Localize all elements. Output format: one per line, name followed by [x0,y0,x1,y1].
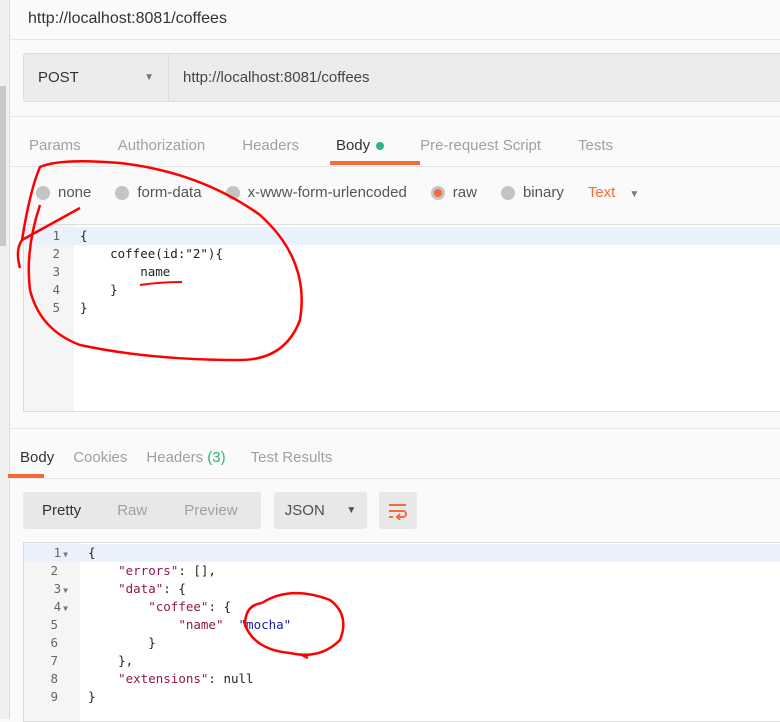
tab-headers[interactable]: Headers [242,137,299,164]
radio-binary[interactable]: binary [500,184,564,201]
modified-dot-icon [376,142,385,151]
url-input[interactable]: http://localhost:8081/coffees [169,54,370,101]
res-tab-body[interactable]: Body [20,449,54,466]
radio-label: none [58,184,92,201]
format-select[interactable]: JSON ▼ [274,492,367,529]
radio-label: x-www-form-urlencoded [247,184,407,201]
radio-label: binary [522,184,564,201]
tab-pre-request-script[interactable]: Pre-request Script [420,137,541,164]
url-bar: POST ▼ http://localhost:8081/coffees [23,53,780,102]
tab-tests[interactable]: Tests [578,137,613,164]
headers-count-badge: (3) [207,449,226,466]
body-type-select[interactable]: Text ▼ [588,184,639,201]
radio-label: raw [452,184,477,201]
wrap-icon [389,503,407,520]
pretty-button[interactable]: Pretty [42,502,81,519]
view-mode-group: Pretty Raw Preview [23,492,261,529]
method-label: POST [38,69,79,86]
radio-label: form-data [137,184,202,201]
radio-raw[interactable]: raw [430,184,477,201]
res-tab-test-results[interactable]: Test Results [251,449,333,466]
request-title: http://localhost:8081/coffees [28,10,227,27]
res-tab-headers[interactable]: Headers (3) [146,449,225,466]
raw-button[interactable]: Raw [117,502,147,519]
response-body-viewer[interactable]: 1 ▼{ 2 "errors": [], 3 ▼ "data": { 4 ▼ "cof… [23,542,780,722]
radio-form-data[interactable]: form-data [115,184,202,201]
tab-authorization[interactable]: Authorization [118,137,206,164]
radio-urlencoded[interactable]: x-www-form-urlencoded [225,184,407,201]
format-label: JSON [284,502,325,519]
tab-params[interactable]: Params [29,137,81,164]
wrap-lines-button[interactable] [379,492,417,529]
tab-body[interactable]: Body [335,137,385,164]
radio-none[interactable]: none [36,184,91,201]
chevron-down-icon: ▼ [144,72,154,83]
scrollbar-thumb[interactable] [0,86,6,246]
scrollbar[interactable] [0,0,10,719]
request-body-editor[interactable]: 1{ 2 coffee(id:"2"){ 3 name 4 } 5} [23,224,780,412]
body-type-label: Text [587,184,616,201]
preview-button[interactable]: Preview [184,502,237,519]
method-select[interactable]: POST ▼ [24,54,169,101]
res-tab-cookies[interactable]: Cookies [73,449,127,466]
chevron-down-icon: ▼ [346,505,357,516]
tab-body-label: Body [335,137,371,154]
label: Headers [146,449,204,466]
chevron-down-icon: ▼ [629,189,640,200]
